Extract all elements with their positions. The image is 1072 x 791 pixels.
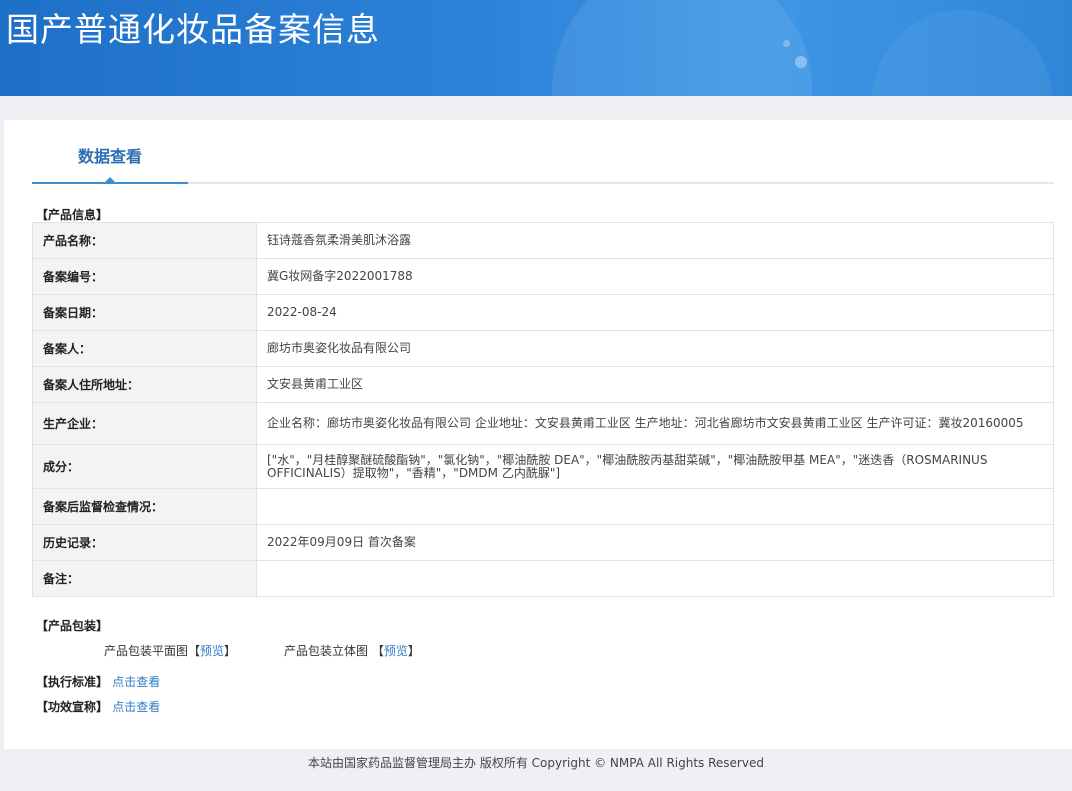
table-row: 备案人： 廊坊市奥姿化妆品有限公司	[32, 330, 1054, 367]
bracket-close: 】	[407, 644, 420, 658]
row-label: 备案人：	[32, 330, 257, 367]
tab-data-view[interactable]: 数据查看	[32, 140, 188, 184]
packaging-stereo-row: 产品包装立体图 【预览】	[284, 642, 420, 659]
content-panel: 数据查看 【产品信息】 产品名称： 钰诗蔻香氛柔滑美肌沐浴露 备案编号： 冀G妆网备字…	[4, 120, 1072, 749]
standard-row: 【执行标准】 点击查看	[36, 673, 160, 690]
bracket-close: 】	[224, 644, 237, 658]
header-decoration	[795, 56, 807, 68]
packaging-flat-row: 产品包装平面图【预览】	[104, 642, 236, 659]
tab-active-caret-icon	[104, 177, 116, 183]
row-label: 历史记录：	[32, 524, 257, 561]
table-row: 备注：	[32, 560, 1054, 597]
row-value: 钰诗蔻香氛柔滑美肌沐浴露	[256, 222, 1054, 259]
standard-view-link[interactable]: 点击查看	[112, 675, 160, 689]
row-label: 备案后监督检查情况：	[32, 488, 257, 525]
efficacy-view-link[interactable]: 点击查看	[112, 700, 160, 714]
table-row: 生产企业： 企业名称：廊坊市奥姿化妆品有限公司 企业地址：文安县黄甫工业区 生产地…	[32, 402, 1054, 445]
packaging-stereo-preview-link[interactable]: 预览	[384, 644, 408, 658]
row-value: 文安县黄甫工业区	[256, 366, 1054, 403]
row-label: 产品名称：	[32, 222, 257, 259]
row-value	[256, 488, 1054, 525]
row-value: 企业名称：廊坊市奥姿化妆品有限公司 企业地址：文安县黄甫工业区 生产地址：河北省…	[256, 402, 1054, 445]
site-header: 国产普通化妆品备案信息	[0, 0, 1072, 96]
row-value: 冀G妆网备字2022001788	[256, 258, 1054, 295]
row-label: 备案日期：	[32, 294, 257, 331]
row-value	[256, 560, 1054, 597]
header-decoration	[872, 10, 1052, 96]
row-value: 2022年09月09日 首次备案	[256, 524, 1054, 561]
product-info-table: 产品名称： 钰诗蔻香氛柔滑美肌沐浴露 备案编号： 冀G妆网备字2022001788 备案…	[32, 222, 1054, 597]
row-label: 备注：	[32, 560, 257, 597]
table-row: 产品名称： 钰诗蔻香氛柔滑美肌沐浴露	[32, 222, 1054, 259]
table-row: 成分： ["水"，"月桂醇聚醚硫酸酯钠"，"氯化钠"，"椰油酰胺 DEA"，"椰油…	[32, 444, 1054, 489]
row-value: ["水"，"月桂醇聚醚硫酸酯钠"，"氯化钠"，"椰油酰胺 DEA"，"椰油酰胺丙…	[256, 444, 1054, 489]
tab-data-view-label: 数据查看	[77, 147, 142, 166]
header-decoration	[552, 0, 812, 96]
table-row: 备案后监督检查情况：	[32, 488, 1054, 525]
table-row: 备案编号： 冀G妆网备字2022001788	[32, 258, 1054, 295]
table-row: 历史记录： 2022年09月09日 首次备案	[32, 524, 1054, 561]
packaging-stereo-label: 产品包装立体图	[284, 644, 369, 658]
packaging-section-title: 【产品包装】	[36, 619, 109, 633]
efficacy-label: 【功效宣称】	[36, 700, 109, 714]
row-label: 备案人住所地址：	[32, 366, 257, 403]
row-value: 廊坊市奥姿化妆品有限公司	[256, 330, 1054, 367]
tab-bar: 数据查看	[32, 140, 1054, 184]
packaging-flat-preview-link[interactable]: 预览	[200, 644, 224, 658]
row-label: 成分：	[32, 444, 257, 489]
row-label: 生产企业：	[32, 402, 257, 445]
table-row: 备案日期： 2022-08-24	[32, 294, 1054, 331]
page-footer: 本站由国家药品监督管理局主办 版权所有 Copyright © NMPA All…	[308, 756, 764, 770]
standard-label: 【执行标准】	[36, 675, 109, 689]
site-title: 国产普通化妆品备案信息	[6, 10, 380, 49]
product-info-section-title: 【产品信息】	[36, 208, 109, 222]
row-label: 备案编号：	[32, 258, 257, 295]
header-decoration	[783, 40, 790, 47]
packaging-flat-label: 产品包装平面图	[104, 644, 189, 658]
row-value: 2022-08-24	[256, 294, 1054, 331]
efficacy-row: 【功效宣称】 点击查看	[36, 698, 160, 715]
table-row: 备案人住所地址： 文安县黄甫工业区	[32, 366, 1054, 403]
bracket-open: 【	[371, 644, 384, 658]
bracket-open: 【	[188, 644, 201, 658]
